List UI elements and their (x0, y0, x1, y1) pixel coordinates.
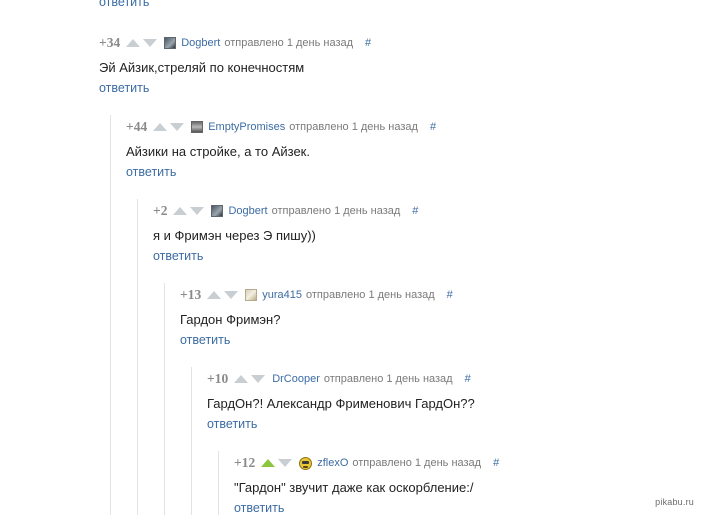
dogbert-avatar[interactable] (211, 205, 224, 217)
comment-timestamp: отправлено 1 день назад (352, 457, 482, 469)
thread-line (137, 199, 138, 515)
comment-text: Эй Айзик,стреляй по конечностям (99, 60, 305, 75)
zflexo-avatar[interactable] (299, 456, 313, 470)
reply-link-previous[interactable]: ответить (99, 0, 149, 9)
reply-link[interactable]: ответить (180, 333, 230, 347)
comment: +10 DrCooper отправлено 1 день назад # Г… (207, 371, 475, 433)
comment-meta: +13 yura415 отправлено 1 день назад # (180, 287, 453, 303)
reply-link[interactable]: ответить (207, 417, 257, 431)
comment-meta: +10 DrCooper отправлено 1 день назад # (207, 371, 475, 387)
upvote-arrow-icon[interactable] (207, 291, 222, 299)
comment-permalink[interactable]: # (412, 205, 418, 217)
comment-permalink[interactable]: # (365, 37, 371, 49)
comment: +34 Dogbert отправлено 1 день назад # Эй… (99, 35, 371, 97)
comment-meta: +34 Dogbert отправлено 1 день назад # (99, 35, 371, 51)
comment-author[interactable]: EmptyPromises (208, 121, 285, 133)
comment-text: я и Фримэн через Э пишу)) (153, 228, 316, 243)
emptypromises-avatar[interactable] (191, 121, 204, 133)
dogbert-avatar[interactable] (164, 37, 177, 49)
downvote-arrow-icon[interactable] (143, 39, 158, 47)
comment-author[interactable]: Dogbert (181, 37, 220, 49)
reply-link[interactable]: ответить (234, 501, 284, 515)
comment: +12 zflexO отправлено 1 день назад # "Га… (234, 455, 499, 517)
comment: +2 Dogbert отправлено 1 день назад # я и… (153, 203, 418, 265)
upvote-arrow-icon[interactable] (126, 39, 141, 47)
comment-text: ГардОн?! Александр Фрименович ГардОн?? (207, 396, 475, 411)
comment-timestamp: отправлено 1 день назад (289, 121, 418, 133)
downvote-arrow-icon[interactable] (251, 375, 266, 383)
upvote-arrow-icon[interactable] (173, 207, 188, 215)
comment-timestamp: отправлено 1 день назад (323, 373, 453, 385)
comment-thread: ответить +34 Dogbert отправлено 1 день н… (0, 0, 703, 515)
comment-rating: +10 (207, 371, 229, 386)
comment-permalink[interactable]: # (430, 121, 436, 133)
thread-line (191, 367, 192, 515)
comment-timestamp: отправлено 1 день назад (271, 205, 401, 217)
comment-text: Айзики на стройке, а то Айзек. (126, 144, 310, 159)
comment-permalink[interactable]: # (465, 373, 471, 385)
reply-link[interactable]: ответить (126, 165, 176, 179)
site-watermark: pikabu.ru (655, 497, 694, 507)
comment-rating: +12 (234, 455, 256, 470)
comment-timestamp: отправлено 1 день назад (305, 289, 435, 301)
comment: +13 yura415 отправлено 1 день назад # Га… (180, 287, 453, 349)
comment-meta: +12 zflexO отправлено 1 день назад # (234, 455, 499, 471)
comment-author[interactable]: DrCooper (272, 373, 320, 385)
downvote-arrow-icon[interactable] (224, 291, 239, 299)
upvote-arrow-icon[interactable] (153, 123, 168, 131)
thread-line (218, 451, 219, 515)
comment-meta: +44 EmptyPromises отправлено 1 день наза… (126, 119, 436, 135)
comment-text: "Гардон" звучит даже как оскорбление:/ (234, 480, 474, 495)
comment-text: Гардон Фримэн? (180, 312, 281, 327)
comment-meta: +2 Dogbert отправлено 1 день назад # (153, 203, 418, 219)
downvote-arrow-icon[interactable] (170, 123, 185, 131)
thread-line (164, 283, 165, 515)
comment-author[interactable]: yura415 (262, 289, 302, 301)
thread-line (110, 115, 111, 515)
comment-rating: +34 (99, 35, 121, 50)
comment-rating: +2 (153, 203, 168, 218)
comment-author[interactable]: Dogbert (228, 205, 267, 217)
comment: +44 EmptyPromises отправлено 1 день наза… (126, 119, 436, 181)
comment-permalink[interactable]: # (447, 289, 453, 301)
upvote-arrow-icon[interactable] (234, 375, 249, 383)
downvote-arrow-icon[interactable] (278, 459, 293, 467)
comment-author[interactable]: zflexO (317, 457, 348, 469)
downvote-arrow-icon[interactable] (190, 207, 205, 215)
comment-permalink[interactable]: # (493, 457, 499, 469)
upvote-arrow-icon[interactable] (261, 459, 276, 467)
reply-link[interactable]: ответить (99, 81, 149, 95)
comment-rating: +44 (126, 119, 148, 134)
reply-link[interactable]: ответить (153, 249, 203, 263)
comment-timestamp: отправлено 1 день назад (224, 37, 354, 49)
yura415-avatar[interactable] (245, 289, 258, 301)
comment-rating: +13 (180, 287, 202, 302)
